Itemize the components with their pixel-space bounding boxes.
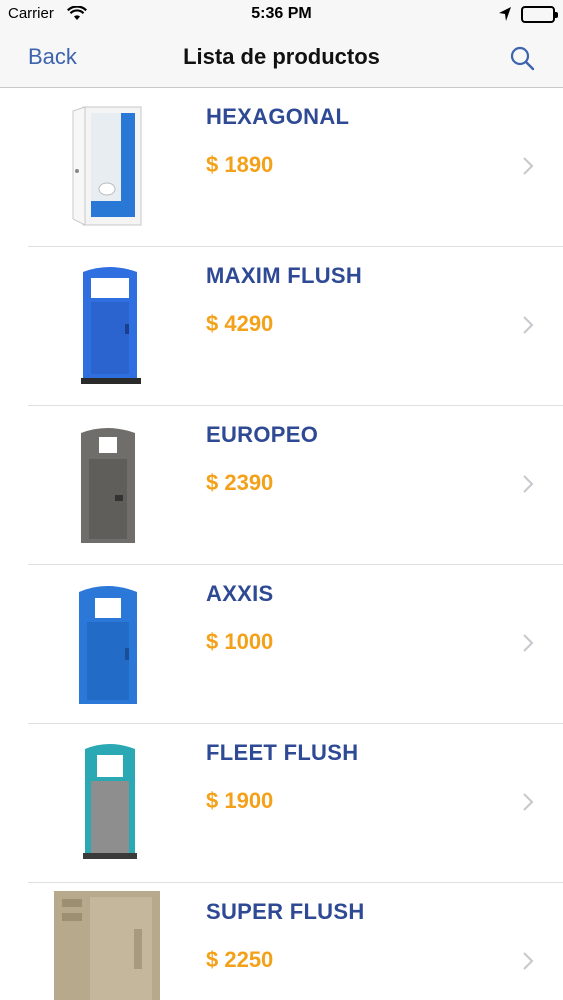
- product-name: AXXIS: [206, 581, 274, 606]
- product-name: MAXIM FLUSH: [206, 263, 363, 288]
- product-image: [40, 259, 170, 391]
- product-image: [40, 736, 170, 868]
- product-row-maxim-flush[interactable]: MAXIM FLUSH $ 4290: [0, 247, 563, 406]
- product-image: [40, 418, 170, 550]
- product-row-europeo[interactable]: EUROPEO $ 2390: [0, 406, 563, 565]
- battery-icon: [521, 6, 558, 23]
- product-row-super-flush[interactable]: SUPER FLUSH $ 2250: [0, 883, 563, 1000]
- product-row-fleet-flush[interactable]: FLEET FLUSH $ 1900: [0, 724, 563, 883]
- product-image: [40, 577, 170, 709]
- chevron-right-icon: [522, 315, 534, 340]
- search-button[interactable]: [508, 44, 538, 74]
- product-list: HEXAGONAL $ 1890 MAXIM FLUSH $ 4290 EURO…: [0, 88, 563, 1000]
- chevron-right-icon: [522, 633, 534, 658]
- product-price: $ 1000: [206, 629, 274, 654]
- page-title: Lista de productos: [183, 44, 380, 69]
- navigation-bar: Back Lista de productos: [0, 30, 563, 88]
- status-time: 5:36 PM: [251, 5, 312, 22]
- product-row-axxis[interactable]: AXXIS $ 1000: [0, 565, 563, 724]
- product-name: EUROPEO: [206, 422, 319, 447]
- chevron-right-icon: [522, 156, 534, 181]
- product-price: $ 1900: [206, 788, 274, 813]
- product-price: $ 4290: [206, 311, 274, 336]
- chevron-right-icon: [522, 474, 534, 499]
- product-price: $ 2390: [206, 470, 274, 495]
- product-price: $ 1890: [206, 152, 274, 177]
- product-image: [40, 100, 170, 232]
- chevron-right-icon: [522, 792, 534, 817]
- product-price: $ 2250: [206, 947, 274, 972]
- search-icon: [510, 46, 535, 71]
- chevron-right-icon: [522, 951, 534, 976]
- product-row-hexagonal[interactable]: HEXAGONAL $ 1890: [0, 88, 563, 247]
- product-name: FLEET FLUSH: [206, 740, 359, 765]
- status-bar: Carrier 5:36 PM: [0, 0, 563, 30]
- product-name: SUPER FLUSH: [206, 899, 365, 924]
- product-name: HEXAGONAL: [206, 104, 350, 129]
- location-arrow-icon: [498, 6, 512, 27]
- product-image: [40, 889, 170, 1000]
